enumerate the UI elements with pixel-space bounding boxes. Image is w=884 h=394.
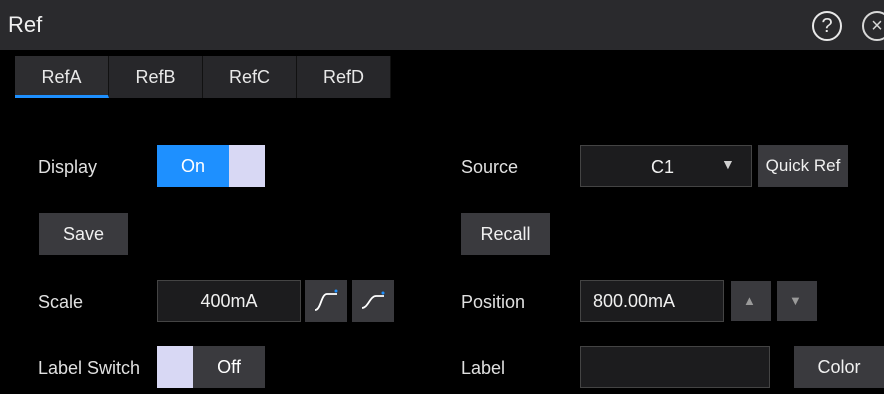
help-icon[interactable]: ?	[812, 11, 842, 41]
color-button[interactable]: Color	[794, 346, 884, 388]
dropdown-arrow-icon: ▼	[721, 156, 735, 172]
display-toggle-knob	[229, 145, 265, 187]
label-switch-label: Label Switch	[38, 358, 141, 378]
label-switch-knob	[157, 346, 193, 388]
display-toggle-state: On	[157, 145, 229, 187]
tab-refc[interactable]: RefC	[203, 56, 297, 98]
scale-input[interactable]: 400mA	[157, 280, 301, 322]
fine-knob-icon[interactable]	[352, 280, 394, 322]
recall-button[interactable]: Recall	[461, 213, 550, 255]
scale-label: Scale	[38, 292, 84, 312]
label-input[interactable]	[580, 346, 770, 388]
fine-knob-glyph	[361, 291, 385, 309]
source-label: Source	[461, 157, 519, 177]
label-switch-state: Off	[193, 346, 265, 388]
tab-refa[interactable]: RefA	[15, 56, 109, 98]
display-toggle[interactable]: On	[157, 145, 265, 187]
arrow-down-icon[interactable]: ▼	[777, 281, 817, 321]
arrow-up-icon[interactable]: ▲	[731, 281, 771, 321]
label-switch-toggle[interactable]: Off	[157, 346, 265, 388]
ref-tabs: RefA RefB RefC RefD	[15, 56, 391, 98]
close-icon[interactable]: ×	[862, 11, 884, 41]
dialog-title: Ref	[8, 12, 43, 37]
position-label: Position	[461, 292, 526, 312]
tab-refb[interactable]: RefB	[109, 56, 203, 98]
tab-refd[interactable]: RefD	[297, 56, 391, 98]
title-bar: Ref ? ×	[0, 0, 884, 50]
position-input[interactable]: 800.00mA	[580, 280, 724, 322]
source-value: C1	[651, 157, 675, 177]
label-label: Label	[461, 358, 506, 378]
coarse-knob-icon[interactable]	[305, 280, 347, 322]
arrow-down-glyph: ▼	[789, 293, 802, 308]
source-select[interactable]: C1 ▼	[580, 145, 752, 187]
save-button[interactable]: Save	[39, 213, 128, 255]
coarse-knob-glyph	[314, 289, 338, 311]
quick-ref-button[interactable]: Quick Ref	[758, 145, 848, 187]
arrow-up-glyph: ▲	[743, 293, 756, 308]
display-label: Display	[38, 157, 98, 177]
ref-dialog: Ref ? × RefA RefB RefC RefD Display On S…	[0, 0, 884, 394]
